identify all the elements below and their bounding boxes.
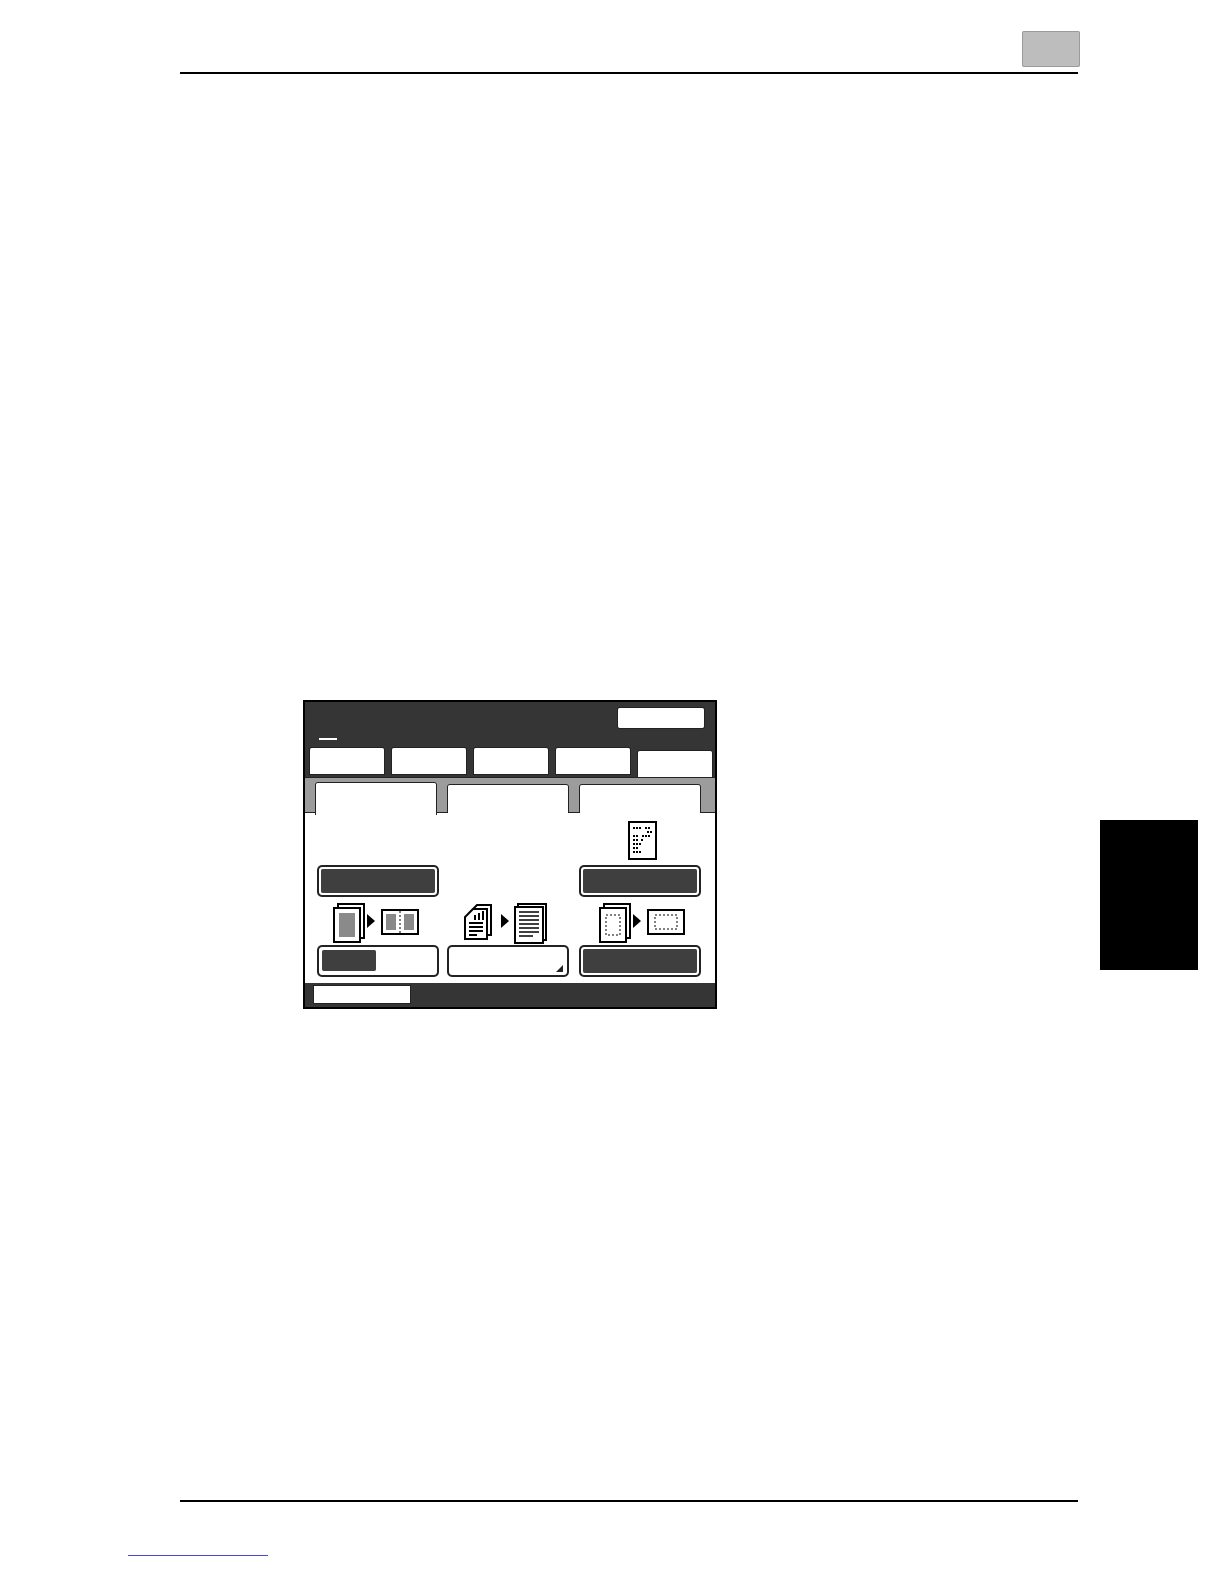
top-tab-1[interactable] xyxy=(309,747,385,775)
screen-title xyxy=(319,738,337,740)
top-tab-5-active[interactable] xyxy=(637,750,713,780)
middle-lower-button[interactable] xyxy=(447,945,569,977)
left-upper-button-label xyxy=(321,869,435,893)
right-lower-button-label xyxy=(583,949,697,973)
chapter-marker xyxy=(1022,31,1080,67)
top-tab-4[interactable] xyxy=(555,747,631,775)
header-rule xyxy=(180,72,1078,74)
multi-page-to-single-icon xyxy=(463,903,553,945)
status-box xyxy=(313,985,411,1004)
footer-rule xyxy=(180,1500,1078,1502)
frame-erase-icon xyxy=(597,903,689,945)
sub-tab-1-active[interactable] xyxy=(315,782,437,815)
right-upper-button[interactable] xyxy=(579,865,701,897)
chapter-side-tab xyxy=(1100,820,1198,970)
document-icon xyxy=(627,820,659,862)
left-upper-button[interactable] xyxy=(317,865,439,897)
sub-tab-2[interactable] xyxy=(447,784,569,814)
right-lower-button[interactable] xyxy=(579,945,701,977)
top-right-button[interactable] xyxy=(617,707,705,729)
footer-link[interactable] xyxy=(128,1555,268,1556)
control-panel-screen xyxy=(303,700,717,1009)
right-upper-button-label xyxy=(583,869,697,893)
corner-triangle-icon xyxy=(556,965,563,972)
top-tab-3[interactable] xyxy=(473,747,549,775)
left-lower-button-label xyxy=(322,950,376,971)
sub-tab-3[interactable] xyxy=(579,784,701,814)
top-tab-2[interactable] xyxy=(391,747,467,775)
book-copy-icon xyxy=(331,903,423,945)
left-lower-button[interactable] xyxy=(317,945,439,977)
